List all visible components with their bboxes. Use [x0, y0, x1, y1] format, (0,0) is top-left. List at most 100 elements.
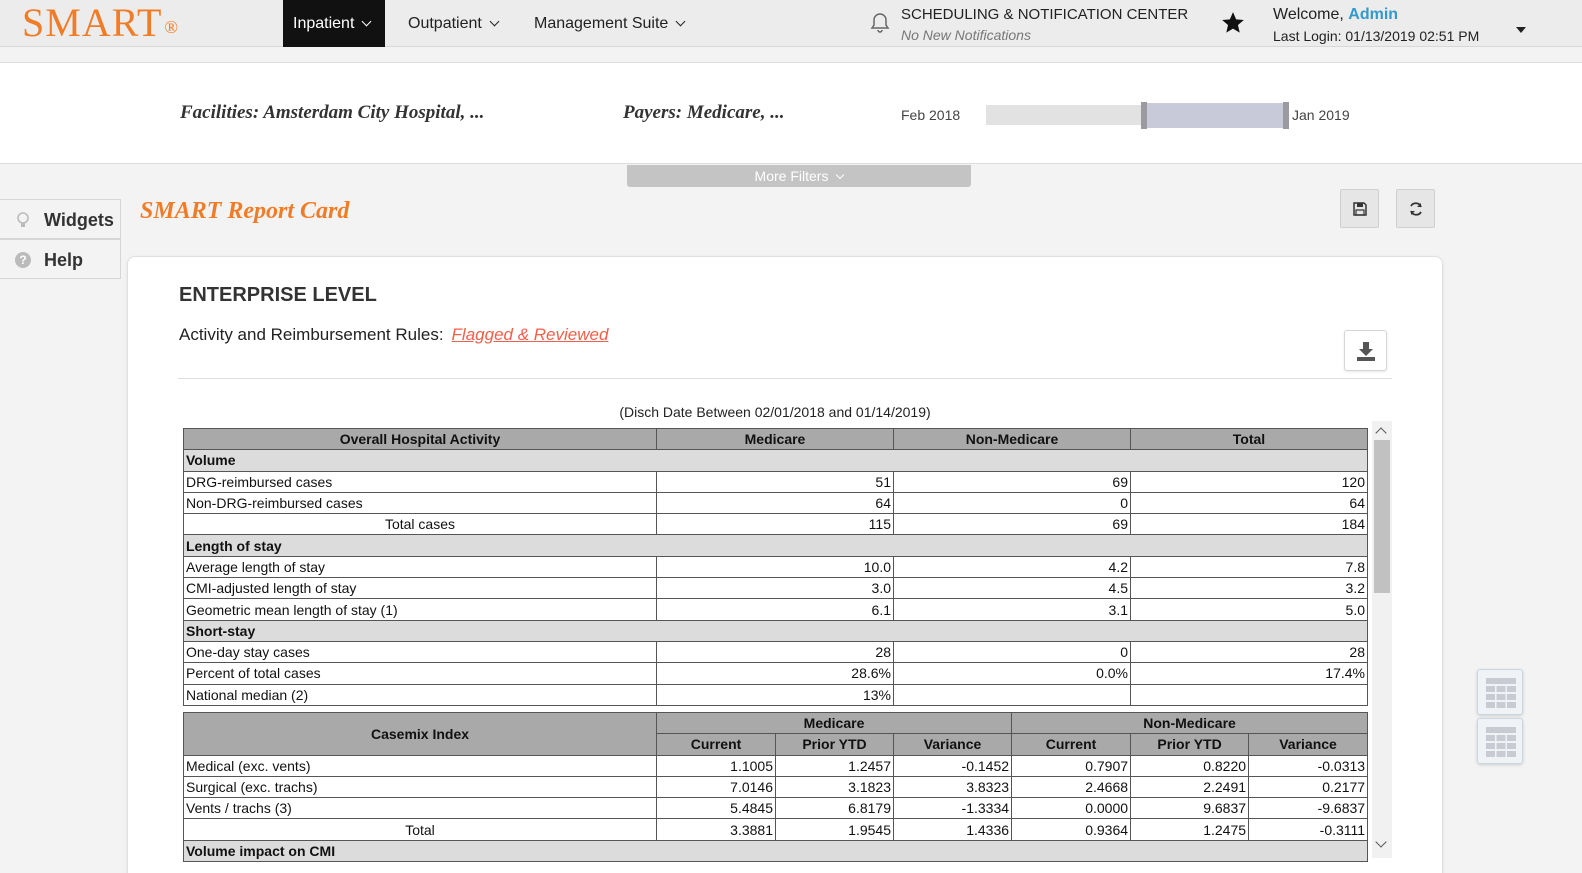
section-row: Volume: [183, 449, 1368, 472]
value-cell: 2.4668: [1011, 775, 1132, 799]
value-cell: 184: [1130, 513, 1368, 536]
row-label: CMI-adjusted length of stay: [183, 577, 657, 600]
table-row: Average length of stay 10.0 4.2 7.8: [183, 555, 1368, 579]
user-menu-caret-icon[interactable]: [1516, 27, 1526, 33]
value-cell: 64: [656, 491, 894, 515]
col-header-variance: Variance: [892, 733, 1013, 756]
value-cell: 1.1005: [656, 754, 776, 777]
value-cell: 0.2177: [1248, 775, 1369, 799]
value-cell: 0: [893, 491, 1131, 515]
range-end-label: Jan 2019: [1292, 107, 1350, 123]
scheduling-center-title[interactable]: SCHEDULING & NOTIFICATION CENTER: [901, 6, 1188, 23]
row-label: Medical (exc. vents): [183, 754, 657, 777]
group-header-non-medicare: Non-Medicare: [1011, 711, 1369, 735]
scrollbar-thumb[interactable]: [1374, 440, 1390, 593]
range-start-label: Feb 2018: [901, 107, 961, 123]
value-cell: 3.0: [656, 577, 894, 600]
value-cell: 115: [656, 513, 894, 536]
table-row: Medical (exc. vents) 1.1005 1.2457 -0.1452 0…: [183, 754, 1369, 777]
bell-icon[interactable]: [868, 11, 892, 35]
payers-filter[interactable]: Payers: Medicare, ...: [623, 102, 784, 124]
col-header-variance: Variance: [1248, 733, 1369, 756]
col-header-casemix: Casemix Index: [183, 712, 657, 756]
value-cell: 1.4336: [892, 818, 1013, 841]
refresh-button[interactable]: [1396, 189, 1435, 228]
section-title: ENTERPRISE LEVEL: [179, 284, 377, 306]
value-cell: -1.3334: [892, 797, 1013, 820]
chevron-down-icon: [489, 16, 500, 27]
flagged-reviewed-link[interactable]: Flagged & Reviewed: [452, 325, 609, 344]
value-cell: 0.9364: [1011, 818, 1132, 841]
value-cell: 3.2: [1130, 577, 1368, 600]
rules-line: Activity and Reimbursement Rules: Flagged…: [179, 325, 609, 344]
row-label: Non-DRG-reimbursed cases: [183, 491, 657, 515]
save-icon: [1353, 202, 1367, 216]
row-label: Surgical (exc. trachs): [183, 775, 657, 799]
top-navigation-bar: SMART ® Inpatient Outpatient Management S…: [0, 0, 1582, 47]
facilities-filter[interactable]: Facilities: Amsterdam City Hospital, ...: [180, 102, 484, 124]
nav-management-suite[interactable]: Management Suite: [524, 0, 694, 47]
download-button[interactable]: [1344, 330, 1387, 371]
chevron-down-icon: [361, 16, 372, 27]
table-row: Vents / trachs (3) 5.4845 6.8179 -1.3334 0.0…: [183, 797, 1369, 820]
last-login: Last Login: 01/13/2019 02:51 PM: [1273, 28, 1480, 44]
value-cell: 28.6%: [656, 662, 894, 685]
value-cell: 69: [893, 470, 1131, 493]
row-label: Total: [183, 818, 657, 841]
row-label: Geometric mean length of stay (1): [183, 598, 657, 621]
value-cell: [893, 683, 1131, 706]
value-cell: 5.0: [1130, 598, 1368, 621]
value-cell: 17.4%: [1130, 662, 1368, 685]
value-cell: 0.0000: [1011, 797, 1132, 820]
page-title: SMART Report Card: [140, 198, 350, 224]
col-header-medicare: Medicare: [656, 427, 894, 451]
sidebar-item-widgets[interactable]: Widgets: [0, 199, 121, 239]
value-cell: 28: [656, 640, 894, 664]
value-cell: 0: [893, 640, 1131, 664]
value-cell: 28: [1130, 640, 1368, 664]
value-cell: 2.2491: [1130, 775, 1250, 799]
table-row: DRG-reimbursed cases 51 69 120: [183, 470, 1368, 493]
value-cell: -0.0313: [1248, 754, 1369, 777]
table-row: Geometric mean length of stay (1) 6.1 3.1 5…: [183, 598, 1368, 621]
lightbulb-icon: [17, 212, 29, 227]
value-cell: 1.2475: [1130, 818, 1250, 841]
star-icon[interactable]: [1220, 10, 1246, 36]
value-cell: 0.8220: [1130, 754, 1250, 777]
nav-outpatient[interactable]: Outpatient: [398, 0, 508, 47]
col-header-activity: Overall Hospital Activity: [183, 427, 657, 451]
chevron-down-icon: [675, 16, 686, 27]
table-row: National median (2) 13%: [183, 683, 1368, 706]
value-cell: -0.3111: [1248, 818, 1369, 841]
col-header-current: Current: [656, 733, 776, 756]
value-cell: 69: [893, 513, 1131, 536]
save-button[interactable]: [1340, 189, 1379, 228]
table-widget-button[interactable]: [1477, 718, 1523, 764]
more-filters-button[interactable]: More Filters: [627, 165, 971, 187]
range-end-handle[interactable]: [1283, 102, 1289, 129]
grid-icon: [1486, 678, 1516, 708]
value-cell: 51: [656, 470, 894, 493]
value-cell: 3.1: [893, 598, 1131, 621]
sidebar-item-help[interactable]: ? Help: [0, 239, 121, 279]
value-cell: 1.2457: [775, 754, 894, 777]
grid-icon: [1486, 727, 1516, 757]
group-header-medicare: Medicare: [655, 711, 1013, 735]
help-icon: ?: [15, 252, 31, 268]
chevron-down-icon: [836, 170, 845, 180]
col-header-non-medicare: Non-Medicare: [893, 427, 1131, 451]
casemix-index-table: Casemix Index Medicare Non-Medicare Curr…: [182, 711, 1369, 863]
table-widget-button[interactable]: [1477, 669, 1523, 715]
username-link[interactable]: Admin: [1348, 6, 1398, 23]
range-start-handle[interactable]: [1141, 102, 1147, 129]
date-range-caption: (Disch Date Between 02/01/2018 and 01/14…: [619, 404, 931, 420]
date-range-selection[interactable]: [1143, 103, 1288, 128]
welcome-text: Welcome, Admin: [1273, 6, 1399, 23]
section-title-cell: Short-stay: [183, 619, 1368, 642]
divider: [178, 378, 1392, 379]
value-cell: 7.8: [1130, 555, 1368, 579]
smart-logo[interactable]: SMART ®: [22, 2, 179, 44]
nav-inpatient[interactable]: Inpatient: [283, 0, 385, 47]
row-label: Percent of total cases: [183, 662, 657, 685]
value-cell: 120: [1130, 470, 1368, 493]
